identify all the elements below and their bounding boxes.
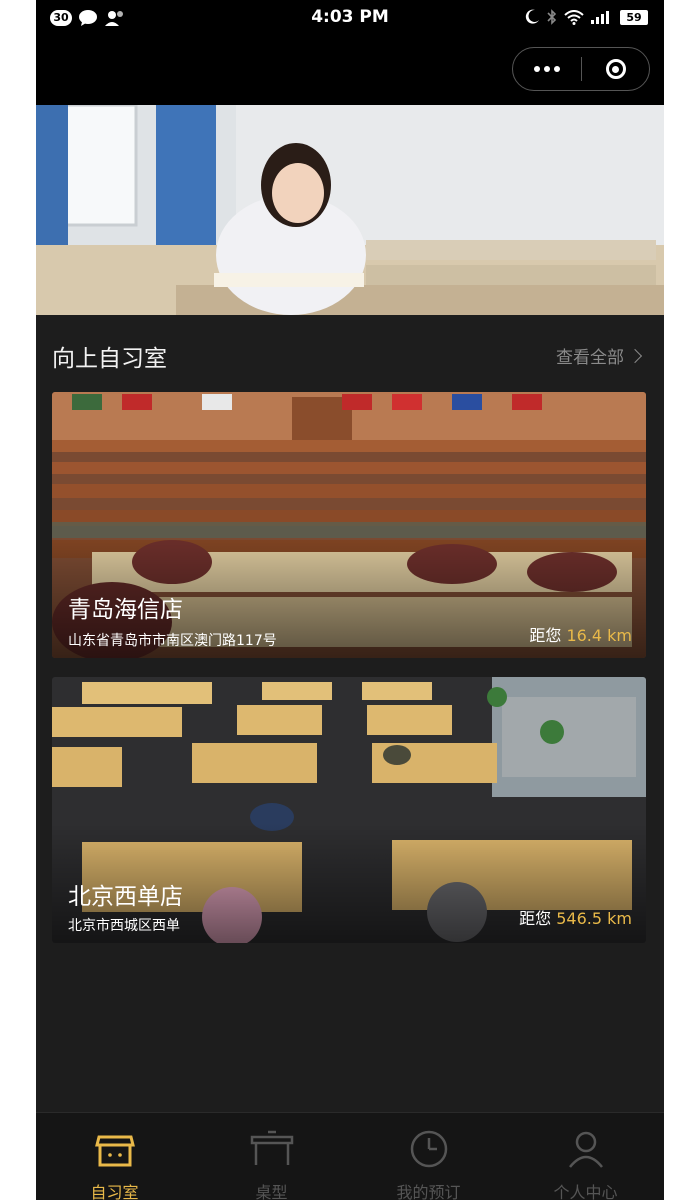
tab-my-bookings[interactable]: 我的预订: [350, 1113, 507, 1200]
clock-icon: [410, 1130, 447, 1168]
target-icon: [605, 59, 626, 79]
store-name: 青岛海信店: [68, 597, 183, 623]
banner-photo: [36, 105, 664, 315]
signal-icon: [591, 11, 609, 24]
desk-icon: [250, 1130, 293, 1165]
wifi-icon: [564, 9, 584, 25]
tab-label: 自习室: [90, 1183, 139, 1200]
phone-screen: 30 4:03 PM 59 向上自习室 查看全部 青岛海信店 山东省青岛市市南区…: [36, 0, 664, 1200]
section-header: 向上自习室 查看全部: [36, 315, 664, 391]
store-address: 北京市西城区西单: [68, 918, 180, 934]
close-program-button[interactable]: [582, 59, 649, 79]
store-name: 北京西单店: [68, 884, 183, 910]
tab-desk-type[interactable]: 桌型: [193, 1113, 350, 1200]
battery-indicator: 59: [620, 9, 648, 25]
distance-prefix: 距您: [519, 909, 552, 928]
chevron-right-icon: [627, 348, 643, 364]
tab-study-room[interactable]: 自习室: [36, 1113, 193, 1200]
distance-value: 16.4 km: [566, 626, 632, 645]
hero-banner-image[interactable]: [36, 105, 664, 315]
section-title: 向上自习室: [52, 346, 167, 372]
user-icon: [568, 1131, 603, 1168]
tab-profile[interactable]: 个人中心: [507, 1113, 664, 1200]
nav-bar: [36, 36, 664, 105]
view-all-label: 查看全部: [556, 348, 624, 368]
store-address: 山东省青岛市市南区澳门路117号: [68, 633, 277, 649]
tab-label: 我的预订: [396, 1183, 461, 1200]
bluetooth-icon: [547, 9, 557, 25]
distance-prefix: 距您: [529, 626, 562, 645]
store-distance: 距您 546.5 km: [519, 905, 632, 929]
store-distance: 距您 16.4 km: [529, 622, 632, 646]
status-bar: 30 4:03 PM 59: [36, 0, 664, 36]
tab-bar: 自习室 桌型 我的预订 个人中心: [36, 1112, 664, 1200]
view-all-link[interactable]: 查看全部: [556, 343, 643, 368]
store-card[interactable]: 青岛海信店 山东省青岛市市南区澳门路117号 距您 16.4 km: [52, 392, 646, 658]
store-card[interactable]: 北京西单店 北京市西城区西单 距您 546.5 km: [52, 677, 646, 943]
store-icon: [94, 1135, 135, 1167]
distance-value: 546.5 km: [556, 909, 632, 928]
tab-label: 个人中心: [553, 1183, 618, 1200]
mini-program-capsule: [512, 47, 650, 91]
moon-icon: [525, 9, 539, 24]
more-options-button[interactable]: [513, 48, 581, 90]
status-right: 59: [524, 9, 648, 25]
tab-label: 桌型: [255, 1183, 288, 1200]
